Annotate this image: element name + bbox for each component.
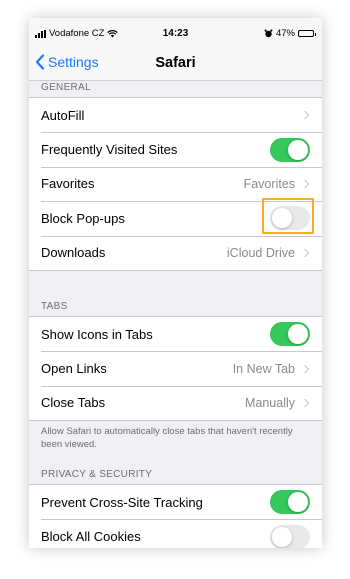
row-show-icons-in-tabs: Show Icons in Tabs (29, 317, 322, 351)
show-icons-toggle[interactable] (270, 322, 310, 347)
battery-icon (298, 30, 316, 37)
row-downloads[interactable]: Downloads iCloud Drive (29, 235, 322, 270)
row-favorites[interactable]: Favorites Favorites (29, 166, 322, 201)
chevron-right-icon (300, 248, 310, 257)
chevron-right-icon (300, 110, 310, 120)
status-bar: Vodafone CZ 14:23 47% (29, 18, 322, 50)
row-label: Downloads (41, 245, 106, 261)
group-privacy: Prevent Cross-Site Tracking Block All Co… (29, 484, 322, 548)
downloads-value: iCloud Drive (226, 245, 295, 260)
row-block-popups: Block Pop-ups (29, 201, 322, 235)
toggle-knob (288, 139, 308, 160)
row-label: Open Links (41, 361, 107, 377)
row-label: Favorites (41, 176, 95, 192)
row-label: Block All Cookies (41, 529, 141, 545)
row-label: Block Pop-ups (41, 210, 125, 226)
close-tabs-value: Manually (244, 395, 295, 410)
frequently-visited-toggle[interactable] (270, 137, 310, 162)
row-prevent-cross-site-tracking: Prevent Cross-Site Tracking (29, 485, 322, 519)
row-label: Frequently Visited Sites (41, 142, 178, 158)
group-tabs: Show Icons in Tabs Open Links In New Tab… (29, 316, 322, 422)
section-header-privacy: PRIVACY & SECURITY (41, 469, 153, 480)
row-frequently-visited-sites: Frequently Visited Sites (29, 132, 322, 166)
toggle-knob (288, 492, 308, 513)
navigation-bar: Settings Safari (29, 50, 322, 81)
section-header-general: GENERAL (41, 82, 91, 93)
page-title: Safari (155, 55, 196, 71)
favorites-value: Favorites (243, 176, 295, 191)
section-header-tabs: TABS (41, 301, 68, 312)
block-cookies-toggle[interactable] (270, 524, 310, 548)
toggle-knob (272, 208, 292, 229)
row-label: Prevent Cross-Site Tracking (41, 494, 203, 510)
row-label: Show Icons in Tabs (41, 326, 153, 342)
row-block-all-cookies: Block All Cookies (29, 519, 322, 548)
phone-screen: Vodafone CZ 14:23 47% Settings Safari GE… (29, 18, 322, 548)
toggle-knob (288, 324, 308, 345)
tabs-footer-text: Allow Safari to automatically close tabs… (41, 426, 293, 450)
alarm-icon (264, 29, 273, 38)
group-general: AutoFill Frequently Visited Sites Favori… (29, 97, 322, 271)
row-label: AutoFill (41, 107, 85, 123)
toggle-knob (272, 526, 292, 547)
chevron-right-icon (300, 398, 310, 408)
prevent-tracking-toggle[interactable] (270, 490, 310, 515)
row-close-tabs[interactable]: Close Tabs Manually (29, 385, 322, 420)
battery-percent: 47% (275, 28, 295, 39)
chevron-right-icon (300, 364, 310, 373)
status-right: 47% (264, 28, 316, 39)
open-links-value: In New Tab (232, 361, 295, 376)
chevron-right-icon (300, 179, 310, 189)
row-autofill[interactable]: AutoFill (29, 98, 322, 132)
block-popups-toggle[interactable] (270, 206, 310, 231)
row-label: Close Tabs (41, 395, 106, 411)
row-open-links[interactable]: Open Links In New Tab (29, 351, 322, 385)
